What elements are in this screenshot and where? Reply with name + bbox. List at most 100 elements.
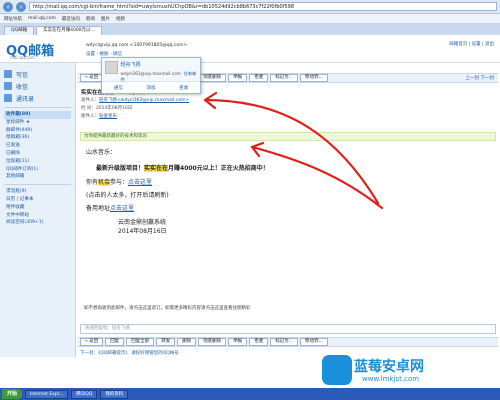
line2-mid: 参与： <box>110 179 129 186</box>
body-line-4: 备用地址点击这里 <box>86 203 134 212</box>
mark-as-button-bottom[interactable]: 标记为... <box>270 338 298 346</box>
tab-bar: QQ邮箱 实实在在月赚4000元以... <box>0 24 500 35</box>
logo-subtitle: mail.qq.com <box>10 55 35 60</box>
avatar <box>105 61 118 74</box>
bookmark-1[interactable]: mail.qq.com <box>28 16 56 21</box>
contacts-icon <box>4 94 12 102</box>
task-profile[interactable]: 我的资料 <box>100 389 129 399</box>
task-ie[interactable]: Internet Expl... <box>25 389 69 399</box>
sidebar-item-subscriptions[interactable]: QQ邮件订阅(1) <box>4 166 71 174</box>
line2-link[interactable]: 点击这里 <box>128 179 152 186</box>
receive-button[interactable]: 收信 <box>4 80 71 92</box>
sidebar: 写信 收信 通讯录 收件箱(89) 星标邮件 ★ 群邮件(449) 草稿箱(36… <box>0 63 76 357</box>
bookmark-4[interactable]: 图片 <box>101 16 110 22</box>
bookmark-5[interactable]: 视频 <box>116 16 125 22</box>
watermark: 蓝莓安卓网 www.lmkjst.com <box>322 355 492 387</box>
from-row: 发件人：轻舟飞扬<wdycl363@vip.maxmail.com> <box>81 97 189 103</box>
tab-message[interactable]: 实实在在月赚4000元以... <box>36 26 102 35</box>
address-bar: ‹ › http://mail.qq.com/cgi-bin/frame_htm… <box>0 0 500 14</box>
move-to-button-bottom[interactable]: 移动到... <box>299 338 328 346</box>
prev-next-links[interactable]: 上一封 下一封 <box>466 75 494 81</box>
sidebar-item-sent[interactable]: 已发送 <box>4 142 71 150</box>
delete-forever-button[interactable]: 彻底删除 <box>198 74 227 82</box>
contact-action-add[interactable]: 添加 <box>146 85 155 91</box>
contact-action-message[interactable]: 通信 <box>114 85 123 91</box>
sidebar-item-deleted[interactable]: 已删除 <box>4 150 71 158</box>
bookmarks-bar: 网址导航 mail.qq.com 最近访问 新闻 图片 视频 <box>0 14 500 24</box>
unsubscribe-hint[interactable]: 如不想再收到此邮件，请点击这里退订，如需更多精彩内容请点击这里查看往期精彩 <box>84 305 251 311</box>
signature-name: 云南金鼎创赢系统 <box>118 219 167 226</box>
from-address[interactable]: 轻舟飞扬<wdycl363@vip.maxmail.com> <box>99 98 189 103</box>
sidebar-item-group[interactable]: 群邮件(449) <box>4 127 71 135</box>
write-icon <box>4 70 12 78</box>
reply-all-button-bottom[interactable]: 回复全部 <box>126 338 155 346</box>
line1-prefix: 最新升级版项目！ <box>96 165 145 172</box>
reject-button-bottom[interactable]: 拒收 <box>249 338 269 346</box>
to-label: 收件人： <box>81 114 99 119</box>
body-line-3: (点击的人太多，打开后请刷新) <box>86 192 169 199</box>
sidebar-item-drafts[interactable]: 草稿箱(36) <box>4 134 71 142</box>
delete-button-bottom[interactable]: 删除 <box>177 338 197 346</box>
line2-highlight: 机会 <box>98 179 111 186</box>
forward-icon[interactable]: › <box>16 1 26 12</box>
time-value: 2014年08月16日 <box>95 106 133 111</box>
bookmark-2[interactable]: 最近访问 <box>62 16 80 22</box>
signature-date: 2014年08月16日 <box>118 228 167 235</box>
write-button[interactable]: 写信 <box>4 68 71 80</box>
back-icon[interactable]: ‹ <box>3 1 13 12</box>
from-label: 发件人： <box>81 98 99 103</box>
to-address[interactable]: 钻查星乐 <box>99 114 117 119</box>
back-button[interactable]: « 返回 <box>80 74 104 82</box>
report-button[interactable]: 举报 <box>228 74 248 82</box>
sidebar-item-starred[interactable]: 星标邮件 ★ <box>4 119 71 127</box>
time-row: 时 间：2014年08月16日 <box>81 105 132 111</box>
line4-prefix: 备用地址 <box>86 205 111 212</box>
sidebar-item-other[interactable]: 其他邮箱 <box>4 173 71 181</box>
mark-as-button[interactable]: 标记为... <box>270 74 298 82</box>
contact-email-text: wdycl363@vip.maxmail.com <box>120 71 181 76</box>
reject-button[interactable]: 拒收 <box>249 74 269 82</box>
body-line-2: 你有机会参与：点击这里 <box>86 177 152 186</box>
line1-mid: 月赚4000元以上！ <box>168 165 221 172</box>
tab-qqmail[interactable]: QQ邮箱 <box>4 26 35 35</box>
contacts-button[interactable]: 通讯录 <box>4 92 71 104</box>
bookmark-3[interactable]: 新闻 <box>86 16 95 22</box>
line4-link[interactable]: 点击这里 <box>110 205 134 212</box>
contact-action-reject[interactable]: 拒收 <box>179 85 188 91</box>
sidebar-item-attachments[interactable]: 附件收藏 <box>4 204 71 212</box>
quick-reply-input[interactable]: 快速回复给：轻舟飞扬 <box>80 324 496 334</box>
contact-card-popup: 轻舟飞扬 wdycl363@vip.maxmail.com 往来邮件 通信 添加 … <box>101 57 201 94</box>
back-button-bottom[interactable]: « 返回 <box>80 338 104 346</box>
receive-label: 收信 <box>16 83 29 91</box>
sidebar-divider <box>4 184 71 186</box>
sidebar-item-calendar[interactable]: 日历 | 记事本 <box>4 196 71 204</box>
taskbar: 开始 Internet Expl... 腾讯QQ 我的资料 <box>0 388 500 400</box>
contact-email: wdycl363@vip.maxmail.com 往来邮件 <box>121 71 197 83</box>
contact-name[interactable]: 轻舟飞扬 <box>121 61 197 68</box>
start-button[interactable]: 开始 <box>2 389 23 399</box>
bottom-toolbar: « 返回 回复 回复全部 转发 删除 彻底删除 举报 拒收 标记为... 移动到… <box>78 337 498 347</box>
message-banner: 为你提供最新最好的技术和资讯 <box>80 132 496 141</box>
body-line-1: 最新升级版项目！实实在在月赚4000元以上！正在火热招商中！ <box>96 163 269 172</box>
greeting: 山水音乐： <box>86 149 117 156</box>
sidebar-item-filestation[interactable]: 文件中转站 <box>4 212 71 220</box>
sidebar-item-inbox[interactable]: 收件箱(89) <box>4 111 71 119</box>
move-to-button[interactable]: 移动到... <box>299 74 328 82</box>
forward-button-bottom[interactable]: 转发 <box>156 338 176 346</box>
line1-suffix: 正在火热招商中！ <box>220 165 269 172</box>
top-links[interactable]: 邮箱首页 | 设置 | 退出 <box>449 41 494 47</box>
sidebar-item-bottle[interactable]: 漂流瓶(9) <box>4 188 71 196</box>
url-input[interactable]: http://mail.qq.com/cgi-bin/frame_html?si… <box>29 2 497 11</box>
contact-card-info: 轻舟飞扬 wdycl363@vip.maxmail.com 往来邮件 <box>121 61 197 83</box>
sidebar-item-spam[interactable]: 垃圾箱(11) <box>4 158 71 166</box>
report-button-bottom[interactable]: 举报 <box>228 338 248 346</box>
receive-icon <box>4 82 12 90</box>
sidebar-item-reading[interactable]: 阅读空间(309+1) <box>4 219 71 227</box>
user-account: wdycl@vip.qq.com <1007991805@qq.com> <box>86 43 188 48</box>
delete-forever-button-bottom[interactable]: 彻底删除 <box>198 338 227 346</box>
task-qq[interactable]: 腾讯QQ <box>71 389 98 399</box>
bookmark-0[interactable]: 网址导航 <box>4 16 22 22</box>
mail-header: QQ邮箱 mail.qq.com wdycl@vip.qq.com <10079… <box>0 35 500 63</box>
reply-button-bottom[interactable]: 回复 <box>105 338 125 346</box>
next-mail-link[interactable]: 下一封：《QQ邮箱提示》 请好好保管您的QQ帐号 <box>80 350 179 356</box>
